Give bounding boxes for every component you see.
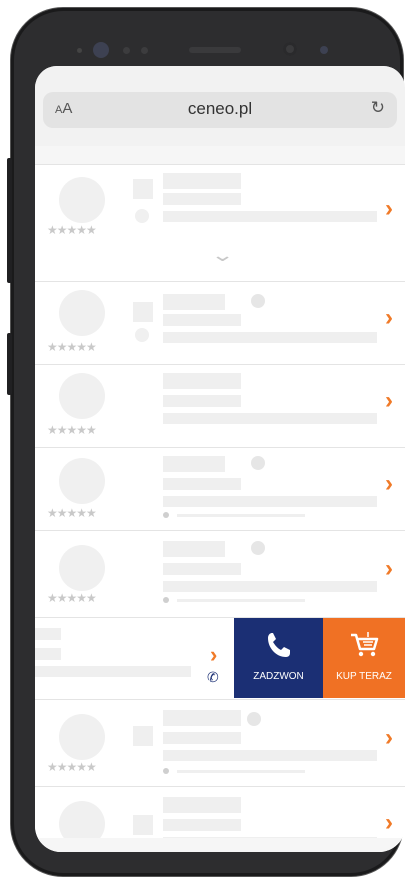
badge-placeholder xyxy=(251,456,265,470)
title-placeholder xyxy=(163,373,241,389)
product-image-placeholder xyxy=(59,545,105,591)
product-image-placeholder xyxy=(59,714,105,760)
list-item-swiped[interactable]: › ✆ ZADZWON KUP TERAZ xyxy=(35,617,405,700)
sensor-icon xyxy=(77,48,82,53)
rating-stars: ★★★★★ xyxy=(47,506,97,520)
shop-logo-placeholder xyxy=(133,179,153,199)
description-placeholder xyxy=(163,413,377,424)
buy-now-button[interactable]: KUP TERAZ xyxy=(323,618,405,698)
browser-separator xyxy=(35,146,405,164)
sensor-icon xyxy=(320,46,328,54)
status-dot xyxy=(163,597,169,603)
sensor-icon xyxy=(141,47,148,54)
status-dot xyxy=(163,768,169,774)
subtitle-placeholder xyxy=(163,395,241,407)
delivery-placeholder xyxy=(177,770,305,773)
phone-small-icon[interactable]: ✆ xyxy=(207,670,219,686)
chevron-right-icon[interactable]: › xyxy=(385,304,393,332)
call-button[interactable]: ZADZWON xyxy=(234,618,323,698)
badge-placeholder xyxy=(135,209,149,223)
side-button-bixby xyxy=(7,333,12,395)
product-image-placeholder xyxy=(59,177,105,223)
title-placeholder xyxy=(163,173,241,189)
subtitle-placeholder xyxy=(163,314,241,326)
subtitle-placeholder xyxy=(163,563,241,575)
chevron-right-icon[interactable]: › xyxy=(385,555,393,583)
chevron-down-icon[interactable]: ⌄ xyxy=(210,245,234,266)
rating-stars: ★★★★★ xyxy=(47,591,97,605)
side-button-volume xyxy=(7,158,12,283)
address-bar[interactable]: AA ceneo.pl ↻ xyxy=(43,92,397,128)
phone-screen: AA ceneo.pl ↻ ★★★★★ › ⌄ ★★★★★ › ★★★★★ › … xyxy=(35,66,405,852)
description-placeholder xyxy=(163,211,377,222)
cart-icon xyxy=(323,630,405,668)
url-text: ceneo.pl xyxy=(187,99,253,118)
title-placeholder xyxy=(163,797,241,813)
chevron-right-icon[interactable]: › xyxy=(385,724,393,752)
description-placeholder xyxy=(163,496,377,507)
description-placeholder xyxy=(163,332,377,343)
shop-logo-placeholder xyxy=(133,726,153,746)
subtitle-placeholder xyxy=(35,648,61,660)
screen-bottom-edge xyxy=(35,838,405,852)
list-item[interactable]: ★★★★★ › ⌄ xyxy=(35,164,405,282)
delivery-placeholder xyxy=(177,514,305,517)
list-item[interactable]: ★★★★★ › xyxy=(35,699,405,787)
subtitle-placeholder xyxy=(163,478,241,490)
title-placeholder xyxy=(163,294,225,310)
title-placeholder xyxy=(163,541,225,557)
chevron-right-icon[interactable]: › xyxy=(385,387,393,415)
buy-now-label: KUP TERAZ xyxy=(336,671,392,682)
phone-mockup: AA ceneo.pl ↻ ★★★★★ › ⌄ ★★★★★ › ★★★★★ › … xyxy=(0,0,407,883)
chevron-right-icon[interactable]: › xyxy=(385,195,393,223)
browser-toolbar: AA ceneo.pl ↻ xyxy=(35,66,405,146)
product-image-placeholder xyxy=(59,458,105,504)
delivery-placeholder xyxy=(177,599,305,602)
product-image-placeholder xyxy=(59,373,105,419)
reload-icon[interactable]: ↻ xyxy=(371,98,385,118)
rating-stars: ★★★★★ xyxy=(47,340,97,354)
phone-frame: AA ceneo.pl ↻ ★★★★★ › ⌄ ★★★★★ › ★★★★★ › … xyxy=(7,8,405,876)
rating-stars: ★★★★★ xyxy=(47,223,97,237)
phone-icon xyxy=(234,630,323,668)
chevron-right-icon[interactable]: › xyxy=(385,470,393,498)
sensor-icon xyxy=(123,47,130,54)
product-image-placeholder xyxy=(59,290,105,336)
subtitle-placeholder xyxy=(163,193,241,205)
badge-placeholder xyxy=(251,294,265,308)
front-camera-icon xyxy=(93,42,109,58)
title-placeholder xyxy=(163,710,241,726)
shop-logo-placeholder xyxy=(133,302,153,322)
chevron-right-icon[interactable]: › xyxy=(210,642,217,668)
badge-placeholder xyxy=(135,328,149,342)
subtitle-placeholder xyxy=(163,732,241,744)
list-item[interactable]: ★★★★★ › xyxy=(35,447,405,531)
description-placeholder xyxy=(35,666,191,677)
list-item[interactable]: ★★★★★ › xyxy=(35,530,405,618)
badge-placeholder xyxy=(247,712,261,726)
camera-bar xyxy=(11,36,403,66)
rating-stars: ★★★★★ xyxy=(47,423,97,437)
title-placeholder xyxy=(163,456,225,472)
rating-stars: ★★★★★ xyxy=(47,760,97,774)
chevron-right-icon[interactable]: › xyxy=(385,809,393,837)
title-placeholder xyxy=(35,628,61,640)
subtitle-placeholder xyxy=(163,819,241,831)
badge-placeholder xyxy=(251,541,265,555)
description-placeholder xyxy=(163,750,377,761)
status-dot xyxy=(163,512,169,518)
iris-scanner-icon xyxy=(283,42,297,56)
list-item[interactable]: ★★★★★ › xyxy=(35,364,405,448)
earpiece-speaker xyxy=(189,47,241,53)
description-placeholder xyxy=(163,581,377,592)
shop-logo-placeholder xyxy=(133,815,153,835)
list-item[interactable]: ★★★★★ › xyxy=(35,281,405,365)
call-label: ZADZWON xyxy=(253,671,304,682)
